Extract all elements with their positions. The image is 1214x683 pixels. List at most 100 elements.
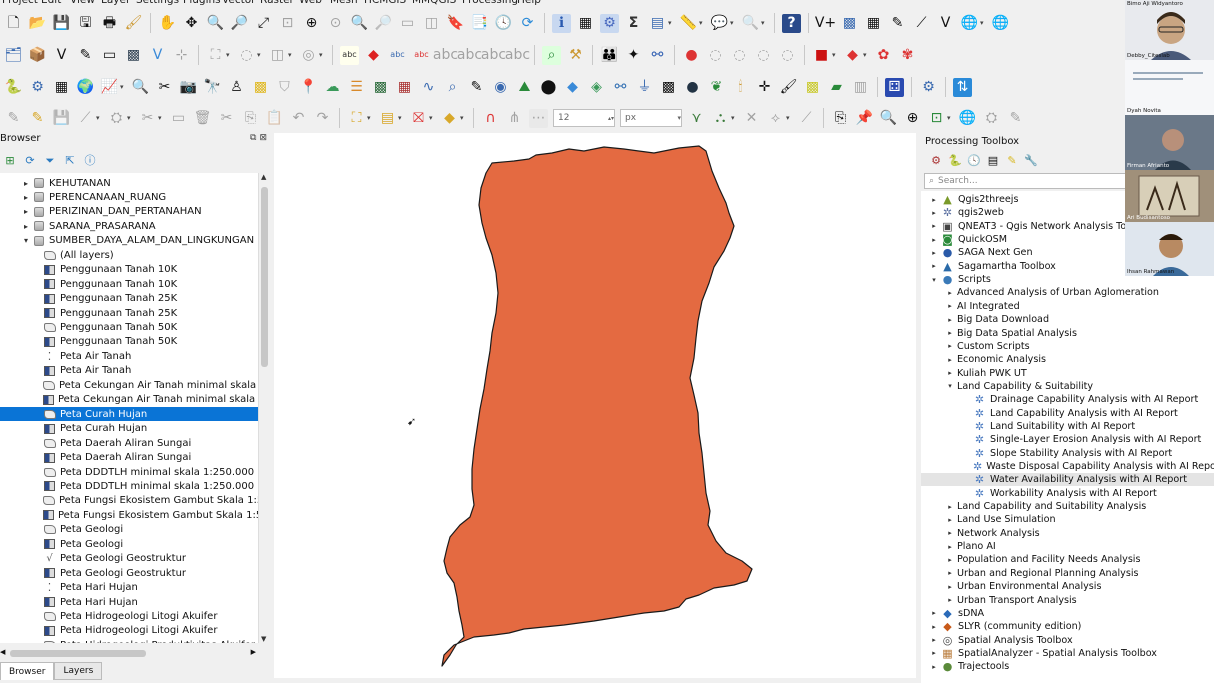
pin-label-icon[interactable]: abc (412, 46, 431, 65)
pan-icon[interactable]: ✋ (158, 14, 177, 33)
green-folder-icon[interactable]: ▰ (827, 78, 846, 97)
browser-item[interactable]: Peta Hari Hujan (0, 595, 258, 609)
statistics-icon[interactable]: Σ (624, 14, 643, 33)
browser-item[interactable]: ▸ KEHUTANAN (0, 176, 258, 190)
web-globe-icon[interactable]: 🌐 (958, 109, 977, 128)
results-icon[interactable]: ▤ (986, 153, 1000, 167)
options-icon[interactable]: 🔧 (1024, 153, 1038, 167)
browser-vertical-scrollbar[interactable]: ▲ ▼ (258, 173, 269, 643)
chevron-down-icon[interactable]: ▾ (945, 382, 955, 390)
show-label-icon[interactable]: abc (433, 46, 458, 65)
chevron-right-icon[interactable]: ▸ (945, 516, 955, 524)
chevron-right-icon[interactable]: ▸ (945, 356, 955, 364)
redo-icon[interactable]: ↷ (313, 109, 332, 128)
toggle-edit-icon[interactable]: ✎ (4, 109, 23, 128)
figure-icon[interactable]: ♙ (227, 78, 246, 97)
pin-icon[interactable]: 📍 (299, 78, 318, 97)
chevron-right-icon[interactable]: ▸ (929, 623, 939, 631)
chevron-right-icon[interactable]: ▸ (929, 236, 939, 244)
processing-item[interactable]: ▸ ◎ Spatial Analysis Toolbox (921, 634, 1214, 647)
label-style-icon[interactable]: ◆ (364, 46, 383, 65)
globe-icon[interactable]: 🌐 (991, 14, 1010, 33)
bookmark-icon[interactable]: 🔖 (446, 14, 465, 33)
magnet-icon[interactable]: ∩ (481, 109, 500, 128)
frame-icon[interactable]: ⊡ (927, 109, 946, 128)
browser-item[interactable]: Peta Geologi Geostruktur (0, 566, 258, 580)
map-yellow-icon[interactable]: ▩ (251, 78, 270, 97)
magic-wand-icon[interactable]: ✦ (624, 46, 643, 65)
mesh-edit-icon[interactable]: ✎ (1006, 109, 1025, 128)
yellow-map-icon[interactable]: ▩ (803, 78, 822, 97)
zoom-selection-icon[interactable]: ⊡ (278, 14, 297, 33)
chevron-down-icon[interactable]: ▾ (929, 276, 939, 284)
zoom-out-icon[interactable]: 🔎 (230, 14, 249, 33)
chevron-down-icon[interactable]: ▾ (20, 236, 32, 245)
tab-layers[interactable]: Layers (54, 662, 103, 680)
cube-icon[interactable]: ◈ (587, 78, 606, 97)
new-raster-icon[interactable]: ▩ (840, 14, 859, 33)
new-project-icon[interactable]: 🗋 (4, 14, 23, 33)
chevron-right-icon[interactable]: ▸ (20, 222, 32, 231)
search-icon[interactable]: 🔍 (131, 78, 150, 97)
menu-settings[interactable]: Settings (136, 0, 179, 6)
processing-item[interactable]: ▸ Urban Transport Analysis (921, 594, 1214, 607)
chevron-right-icon[interactable]: ▸ (20, 207, 32, 216)
processing-item[interactable]: ▸ Land Capability and Suitability Analysi… (921, 500, 1214, 513)
map-canvas[interactable]: ➹ (274, 133, 916, 678)
menu-layer[interactable]: Layer (101, 0, 130, 6)
vertex-tool-icon[interactable]: ⊹ (172, 46, 191, 65)
quickmapservices-icon[interactable]: ⌕ (542, 45, 561, 65)
shape-tool-icon[interactable]: ⛬ (711, 109, 730, 128)
extent-icon[interactable]: ⊕ (903, 109, 922, 128)
browser-item[interactable]: Peta Curah Hujan (0, 407, 258, 422)
add-wms-icon[interactable]: 🌐 (960, 14, 979, 33)
curve-icon[interactable]: ∿ (419, 78, 438, 97)
refresh-icon[interactable]: ⟳ (518, 14, 537, 33)
menu-raster[interactable]: Raster (260, 0, 294, 6)
add-selected-icon[interactable]: ⊞ (3, 153, 17, 167)
grid-icon[interactable]: ▩ (371, 78, 390, 97)
swap-icon[interactable]: ⇅ (953, 77, 972, 97)
menu-processing[interactable]: Processing (462, 0, 518, 6)
close-panel-icon[interactable]: ⊠ (259, 133, 267, 143)
circle-tool-4-icon[interactable]: ◌ (778, 46, 797, 65)
chevron-right-icon[interactable]: ▸ (945, 329, 955, 337)
crosshair-icon[interactable]: ✛ (755, 78, 774, 97)
select-feature-icon[interactable]: ⛶ (206, 46, 225, 65)
models-icon[interactable]: ⚙ (929, 153, 943, 167)
chevron-right-icon[interactable]: ▸ (20, 193, 32, 202)
collapse-all-icon[interactable]: ⇱ (63, 153, 77, 167)
tools-icon[interactable]: ✂ (155, 78, 174, 97)
chevron-right-icon[interactable]: ▸ (929, 196, 939, 204)
circle-tool-2-icon[interactable]: ◌ (730, 46, 749, 65)
browser-item[interactable]: Peta Daerah Aliran Sungai (0, 451, 258, 465)
browser-item[interactable]: Penggunaan Tanah 10K (0, 277, 258, 291)
browser-item[interactable]: Penggunaan Tanah 50K (0, 335, 258, 349)
table-icon[interactable]: ▦ (395, 78, 414, 97)
pan-to-selection-icon[interactable]: ✥ (182, 14, 201, 33)
new-scratch-icon[interactable]: ✎ (76, 46, 95, 65)
cloud-icon[interactable]: ☁ (323, 78, 342, 97)
mesh-icon[interactable]: ⛭ (982, 109, 1001, 128)
tab-browser[interactable]: Browser (0, 662, 55, 680)
network-icon[interactable]: ⚯ (648, 46, 667, 65)
style-manager-icon[interactable]: 🖌 (124, 14, 143, 33)
chevron-right-icon[interactable]: ▸ (945, 342, 955, 350)
chevron-right-icon[interactable]: ▸ (945, 596, 955, 604)
chevron-right-icon[interactable]: ▸ (945, 529, 955, 537)
camera-icon[interactable]: 📷 (179, 78, 198, 97)
paste-icon[interactable]: 📋 (265, 109, 284, 128)
chevron-right-icon[interactable]: ▸ (945, 556, 955, 564)
browser-horizontal-scrollbar[interactable]: ◀ ▶ (0, 647, 258, 659)
copy-layer-icon[interactable]: ⎘ (831, 109, 850, 128)
settings-cog-icon[interactable]: ⚙ (919, 78, 938, 97)
help-icon[interactable]: ? (782, 13, 801, 33)
chevron-right-icon[interactable]: ▸ (945, 289, 955, 297)
satellite-icon[interactable]: ◉ (491, 78, 510, 97)
menu-project[interactable]: Project (2, 0, 38, 6)
browser-item[interactable]: Peta Fungsi Ekosistem Gambut Skala 1:50.… (0, 508, 258, 522)
processing-toolbox-icon[interactable]: ⚙ (600, 13, 619, 33)
menu-mmqgis[interactable]: MMQGIS (412, 0, 456, 6)
browser-item[interactable]: Peta Curah Hujan (0, 422, 258, 436)
grid-map-icon[interactable]: ▦ (52, 78, 71, 97)
